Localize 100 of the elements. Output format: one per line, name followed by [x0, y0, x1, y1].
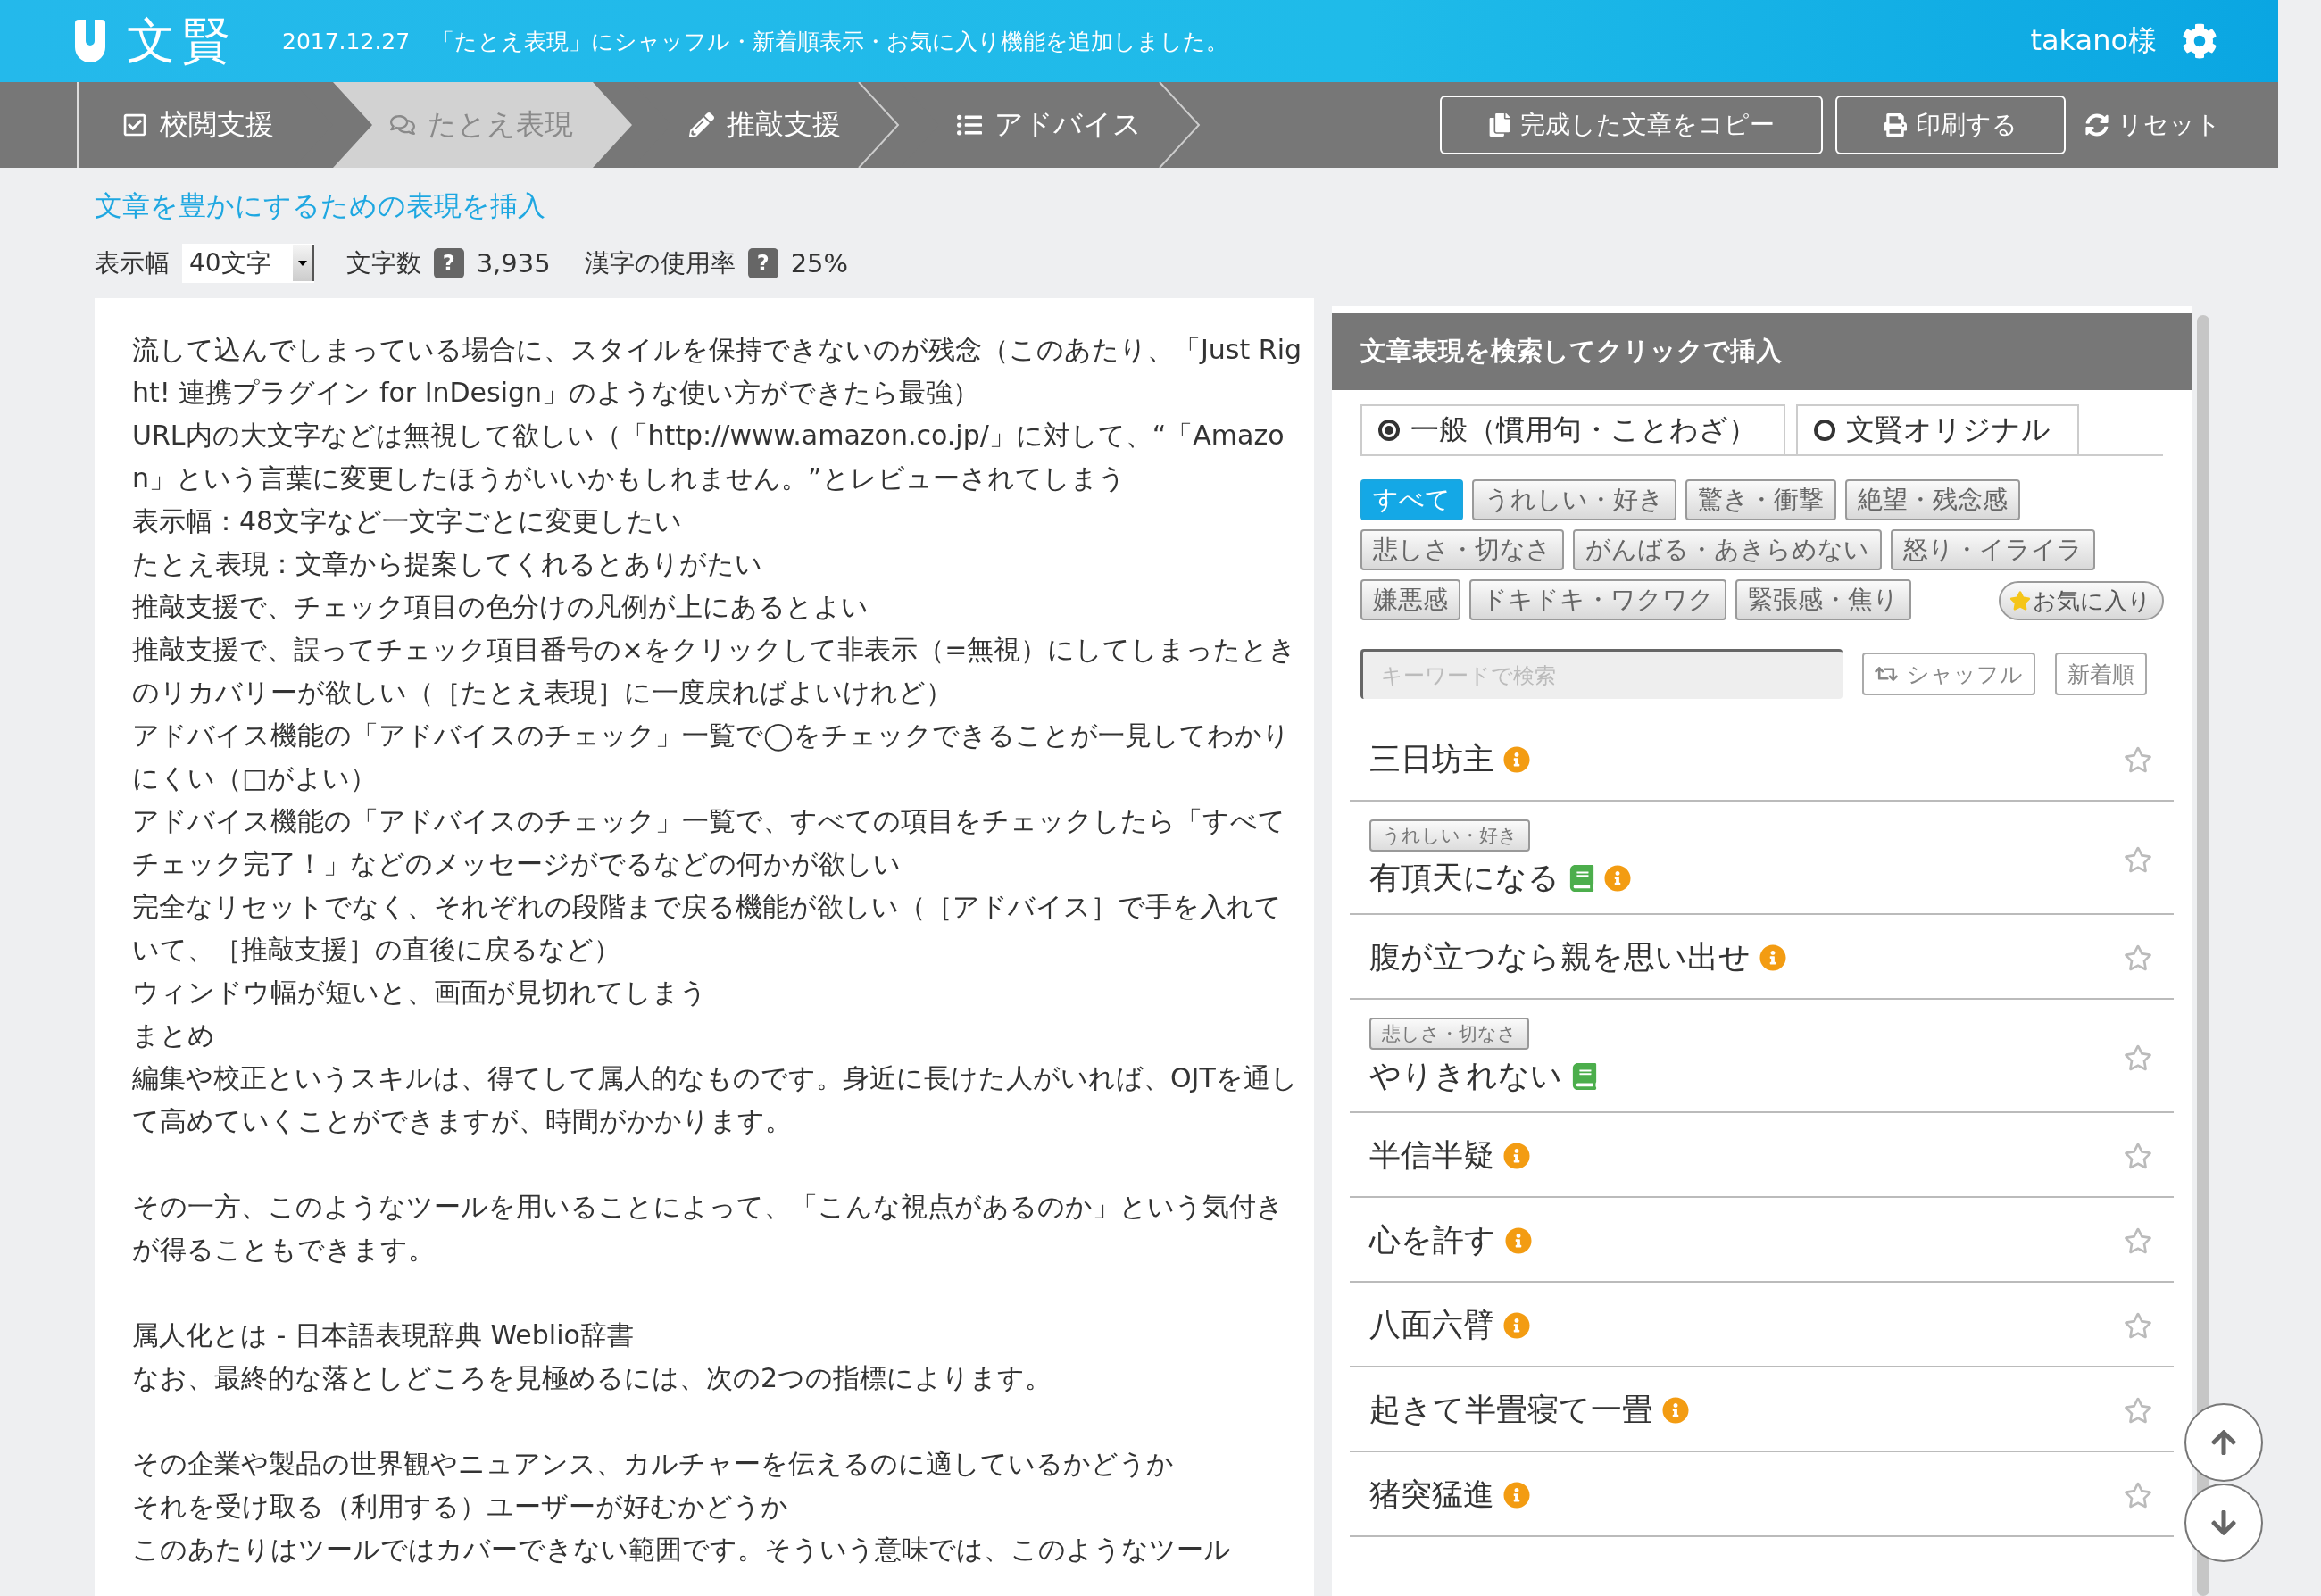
star-icon[interactable]	[2124, 1310, 2152, 1340]
expression-text: 起きて半畳寝て一畳	[1369, 1391, 1653, 1429]
expression-item[interactable]: 心を許す	[1350, 1198, 2174, 1283]
star-icon[interactable]	[2124, 1043, 2152, 1072]
user-name[interactable]: takano様	[2030, 21, 2157, 61]
info-icon[interactable]	[1662, 1396, 1689, 1424]
document-paragraph: アドバイス機能の「アドバイスのチェック」一覧で◯をチェックできることが一見してわかりにくい（□がよい）	[132, 719, 1291, 795]
checkbox-icon	[122, 112, 147, 137]
star-icon[interactable]	[2124, 943, 2152, 972]
width-select[interactable]: 40文字	[182, 244, 314, 283]
action-button[interactable]: 印刷する	[1835, 96, 2066, 154]
expression-item[interactable]: 腹が立つなら親を思い出せ	[1350, 915, 2174, 1000]
settings-icon[interactable]	[2182, 23, 2217, 59]
radio-button[interactable]	[1814, 420, 1835, 441]
category-chip[interactable]: ドキドキ・ワクワク	[1469, 579, 1726, 620]
newest-button[interactable]: 新着順	[2055, 653, 2147, 695]
expression-item[interactable]: 八面六臂	[1350, 1283, 2174, 1367]
category-chip[interactable]: 怒り・イライラ	[1891, 529, 2095, 570]
expression-item[interactable]: 猪突猛進	[1350, 1452, 2174, 1537]
info-icon[interactable]	[1503, 745, 1530, 773]
app-logo-text: 文賢	[127, 11, 237, 71]
document-paragraph: 推敲支援で、チェック項目の色分けの凡例が上にあるとよい	[132, 590, 869, 624]
book-icon[interactable]	[1568, 864, 1595, 892]
star-icon	[2009, 590, 2031, 611]
document-paragraph: アドバイス機能の「アドバイスのチェック」一覧で、すべての項目をチェックしたら「すべてチェック完了！」などのメッセージがでるなどの何かが欲しい	[132, 804, 1286, 881]
info-icon[interactable]	[1503, 1481, 1530, 1509]
print-icon	[1884, 113, 1907, 137]
book-icon[interactable]	[1571, 1062, 1598, 1090]
source-tab[interactable]: 一般（慣用句・ことわざ）	[1360, 404, 1785, 454]
category-chip[interactable]: 緊張感・焦り	[1735, 579, 1911, 620]
expression-item[interactable]: 悲しさ・切なさ やりきれない	[1350, 1000, 2174, 1113]
category-tag: 悲しさ・切なさ	[1369, 1018, 1529, 1050]
document-paragraph: URL内の大文字などは無視して欲しい（「http://www.amazon.co.jp/」に対して、“「Amazon」という言葉に変更したほうがいいかもしれません。”とレビューされてしまう	[132, 419, 1285, 495]
source-tab[interactable]: 文賢オリジナル	[1796, 404, 2079, 454]
category-chip[interactable]: 悲しさ・切なさ	[1360, 529, 1564, 570]
expression-text: やりきれない	[1369, 1057, 1562, 1095]
shuffle-button[interactable]: シャッフル	[1862, 653, 2035, 695]
expression-text: 半信半疑	[1369, 1136, 1494, 1175]
category-tag: うれしい・好き	[1369, 819, 1530, 852]
expression-text: 心を許す	[1369, 1221, 1496, 1259]
info-icon[interactable]	[1759, 943, 1786, 971]
star-icon[interactable]	[2124, 1226, 2152, 1255]
help-badge[interactable]: ?	[747, 248, 778, 278]
document-paragraph: なお、最終的な落としどころを見極めるには、次の2つの指標によります。	[132, 1361, 1053, 1395]
document-paragraph: 編集や校正というスキルは、得てして属人的なものです。身近に長けた人がいれば、OJTを通して高めていくことができますが、時間がかかります。	[132, 1061, 1299, 1138]
category-chip[interactable]: うれしい・好き	[1472, 479, 1676, 520]
char-count-label: 文字数	[345, 247, 421, 279]
dropdown-caret-icon	[292, 245, 314, 281]
info-icon[interactable]	[1503, 1311, 1530, 1339]
kanji-rate-label: 漢字の使用率	[584, 247, 736, 279]
category-chip[interactable]: すべて	[1360, 479, 1463, 520]
help-badge[interactable]: ?	[433, 248, 464, 278]
star-icon[interactable]	[2124, 1141, 2152, 1170]
scrollbar[interactable]	[2197, 315, 2209, 1596]
copy-icon	[1488, 113, 1511, 137]
document-paragraph: その一方、このようなツールを用いることによって、「こんな視点があるのか」という気付きが得ることもできます。	[132, 1190, 1285, 1267]
star-icon[interactable]	[2124, 1480, 2152, 1509]
speech-bubbles-icon	[390, 112, 415, 137]
document-paragraph: 推敲支援で、誤ってチェック項目番号の×をクリックして非表示（=無視）にしてしまったときのリカバリーが欲しい（［たとえ表現］に一度戻ればよいけれど）	[132, 633, 1298, 710]
star-icon[interactable]	[2124, 1395, 2152, 1425]
expression-item[interactable]: うれしい・好き 有頂天になる	[1350, 802, 2174, 915]
document-paragraph: まとめ	[132, 1018, 216, 1052]
action-button[interactable]: 完成した文章をコピー	[1440, 96, 1823, 154]
width-label: 表示幅	[95, 247, 170, 279]
refresh-icon	[2085, 113, 2109, 137]
panel-title: 文章表現を検索してクリックで挿入	[1332, 313, 2192, 390]
document-paragraph: 属人化とは - 日本語表現辞典 Weblio辞書	[132, 1318, 635, 1352]
expression-text: 八面六臂	[1369, 1306, 1494, 1344]
expression-text: 猪突猛進	[1369, 1475, 1494, 1514]
expression-text: 有頂天になる	[1369, 859, 1560, 897]
char-count-value: 3,935	[476, 248, 551, 278]
category-chip[interactable]: 絶望・残念感	[1845, 479, 2020, 520]
category-chip[interactable]: 嫌悪感	[1360, 579, 1460, 620]
section-heading: 文章を豊かにするための表現を挿入	[95, 188, 545, 223]
document-paragraph: 流して込んでしまっている場合に、スタイルを保持できないのが残念（このあたり、「Just Right! 連携プラグイン for InDesign」のような使い方ができたら最強）	[132, 333, 1302, 410]
expression-item[interactable]: 半信半疑	[1350, 1113, 2174, 1198]
expression-item[interactable]: 起きて半畳寝て一畳	[1350, 1367, 2174, 1452]
star-icon[interactable]	[2124, 744, 2152, 774]
expression-text: 三日坊主	[1369, 740, 1494, 778]
document-paragraph: それを受け取る（利用する）ユーザーが好むかどうか	[132, 1490, 789, 1524]
document-paragraph: たとえ表現：文章から提案してくれるとありがたい	[132, 547, 763, 581]
arrow-down-icon	[2209, 1509, 2238, 1537]
kanji-rate-value: 25%	[790, 248, 849, 278]
category-chip[interactable]: 驚き・衝撃	[1685, 479, 1836, 520]
info-icon[interactable]	[1505, 1226, 1532, 1254]
expression-item[interactable]: 三日坊主	[1350, 717, 2174, 802]
info-icon[interactable]	[1604, 864, 1631, 892]
pencil-icon	[689, 112, 714, 137]
document-paragraph: ウィンドウ幅が短いと、画面が見切れてしまう	[132, 976, 708, 1010]
category-chip[interactable]: がんばる・あきらめない	[1573, 529, 1882, 570]
info-icon[interactable]	[1503, 1142, 1530, 1169]
expression-text: 腹が立つなら親を思い出せ	[1369, 938, 1751, 977]
document-paragraph: 表示幅：48文字など一文字ごとに変更したい	[132, 504, 684, 538]
star-icon[interactable]	[2124, 844, 2152, 874]
document-paragraph: このあたりはツールではカバーできない範囲です。そういう意味では、このようなツール	[132, 1533, 1232, 1567]
arrow-up-icon	[2209, 1428, 2238, 1457]
radio-button[interactable]	[1378, 420, 1400, 441]
favorites-button[interactable]: お気に入り	[1999, 581, 2164, 620]
reset-button[interactable]: リセット	[2078, 96, 2228, 154]
document-paragraph: 完全なリセットでなく、それぞれの段階まで戻る機能が欲しい（［アドバイス］で手を入れていて、［推敲支援］の直後に戻るなど）	[132, 890, 1283, 967]
